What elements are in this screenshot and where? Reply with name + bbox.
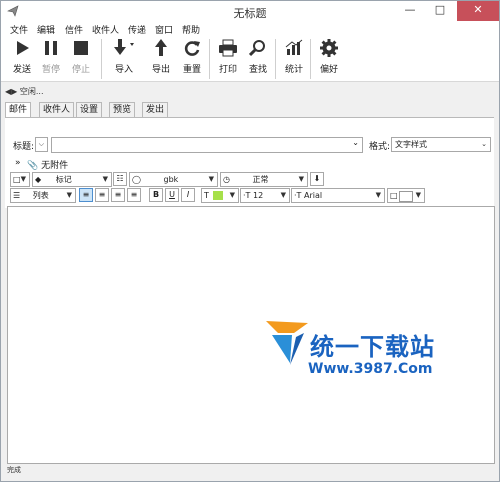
nav-arrows-icon[interactable]: ◀▶	[5, 87, 17, 96]
toolbar-separator	[310, 39, 311, 79]
align-left-button[interactable]: ≡	[79, 188, 93, 202]
font-name-value: Arial	[303, 191, 323, 200]
background-color-picker[interactable]: □ ▼	[387, 188, 425, 203]
menu-bar: 文件 编辑 信件 收件人 传递 窗口 帮助	[1, 21, 499, 36]
font-name-dropdown[interactable]: ·T Arial ▼	[291, 188, 385, 203]
priority-dropdown[interactable]: ◷ 正常 ▼	[220, 172, 308, 187]
pause-icon	[45, 41, 57, 55]
globe-icon: ◯	[132, 175, 141, 184]
pause-label: 暂停	[41, 65, 60, 75]
bold-button[interactable]: B	[149, 188, 163, 202]
encoding-dropdown[interactable]: ◯ gbk ▼	[129, 172, 218, 187]
play-icon	[17, 41, 29, 55]
watermark-url: Www.3987.Com	[308, 361, 433, 377]
stop-label: 停止	[71, 65, 90, 75]
color-swatch	[213, 191, 223, 200]
format-label: 格式:	[369, 142, 391, 152]
format-select[interactable]: 文字样式 ⌄	[391, 137, 491, 152]
stop-button[interactable]: 停止	[64, 37, 98, 75]
hierarchy-button[interactable]: ☷	[113, 172, 127, 186]
encoding-value: gbk	[163, 175, 179, 184]
subject-history-dropdown[interactable]: ⌵	[35, 137, 48, 152]
progress-status: ◀▶ 空闲...	[5, 86, 44, 97]
text-color-picker[interactable]: T ▼	[201, 188, 239, 203]
text-color-icon: T	[204, 191, 209, 200]
refresh-icon	[184, 41, 200, 56]
bg-color-swatch	[399, 191, 413, 202]
toolbar-separator	[101, 39, 102, 79]
attachment-row[interactable]: 📎 无附件	[27, 158, 68, 171]
tag-value: 标记	[55, 175, 72, 184]
pause-button[interactable]: 暂停	[34, 37, 68, 75]
main-toolbar: 发送 暂停 停止 导入 导出 重置 打印 查找 统计 偏好	[1, 35, 499, 82]
page-icon: □	[390, 191, 398, 200]
subject-label: 标题:	[13, 142, 35, 152]
font-size-dropdown[interactable]: ·T 12 ▼	[240, 188, 290, 203]
tab-send-out[interactable]: 发出	[142, 102, 169, 117]
arrow-up-icon	[155, 39, 167, 56]
site-logo-icon	[266, 321, 308, 365]
import-button[interactable]: 导入	[107, 37, 141, 75]
attachment-label: 无附件	[41, 161, 69, 171]
find-label: 查找	[248, 65, 267, 75]
maximize-button[interactable]: □	[425, 1, 455, 21]
arrow-down-icon	[114, 39, 134, 55]
toolbar-separator	[209, 39, 210, 79]
progress-status-text: 空闲...	[19, 87, 44, 96]
gear-icon	[320, 39, 338, 57]
priority-value: 正常	[252, 175, 269, 184]
list-value: 列表	[32, 191, 49, 200]
tab-mail[interactable]: 邮件	[5, 102, 32, 118]
tag-dropdown[interactable]: ◆ 标记 ▼	[32, 172, 112, 187]
stats-label: 统计	[284, 65, 303, 75]
tab-recipients[interactable]: 收件人	[39, 102, 75, 117]
underline-button[interactable]: U	[165, 188, 179, 202]
justify-button[interactable]: ≡	[127, 188, 141, 202]
print-label: 打印	[218, 65, 237, 75]
title-bar: 无标题 — □ ✕	[1, 1, 499, 21]
app-window: 无标题 — □ ✕ 文件 编辑 信件 收件人 传递 窗口 帮助 发送 暂停 停止…	[0, 0, 500, 482]
print-button[interactable]: 打印	[211, 37, 245, 75]
export-button[interactable]: 导出	[144, 37, 178, 75]
prefs-button[interactable]: 偏好	[312, 37, 346, 75]
tab-preview[interactable]: 预览	[109, 102, 136, 117]
prefs-label: 偏好	[319, 65, 338, 75]
printer-icon	[219, 39, 237, 57]
minimize-button[interactable]: —	[395, 1, 425, 21]
expand-icon[interactable]: »	[15, 158, 21, 168]
import-label: 导入	[114, 65, 133, 75]
status-bar: 完成	[7, 466, 21, 474]
toolbar-separator	[275, 39, 276, 79]
format-value: 文字样式	[395, 140, 427, 149]
font-size-value: 12	[252, 191, 264, 200]
paperclip-icon: 📎	[27, 161, 39, 171]
page-style-dropdown[interactable]: □ ▼	[10, 172, 30, 187]
reset-button[interactable]: 重置	[175, 37, 209, 75]
bar-chart-icon	[285, 39, 303, 55]
stats-button[interactable]: 统计	[277, 37, 311, 75]
watermark-title: 统一下载站	[310, 333, 435, 361]
align-center-button[interactable]: ≡	[95, 188, 109, 202]
message-editor[interactable]: 统一下载站 Www.3987.Com	[7, 206, 495, 464]
list-icon: ☰	[13, 191, 21, 200]
save-button[interactable]: ⬇	[310, 172, 324, 186]
subject-input[interactable]: ⌄	[51, 137, 363, 153]
magnifier-icon	[249, 40, 265, 57]
align-right-button[interactable]: ≡	[111, 188, 125, 202]
find-button[interactable]: 查找	[241, 37, 275, 75]
list-dropdown[interactable]: ☰ 列表 ▼	[10, 188, 76, 203]
reset-label: 重置	[182, 65, 201, 75]
tag-icon: ◆	[35, 175, 42, 184]
close-button[interactable]: ✕	[457, 1, 499, 21]
tab-settings[interactable]: 设置	[76, 102, 103, 117]
mail-panel: 标题: ⌵ ⌄ 格式: 文字样式 ⌄ » 📎 无附件 □ ▼ ◆ 标记 ▼ ☷ ◯…	[5, 117, 494, 208]
italic-button[interactable]: I	[181, 188, 195, 202]
clock-icon: ◷	[223, 175, 230, 184]
stop-icon	[74, 41, 88, 55]
export-label: 导出	[151, 65, 170, 75]
